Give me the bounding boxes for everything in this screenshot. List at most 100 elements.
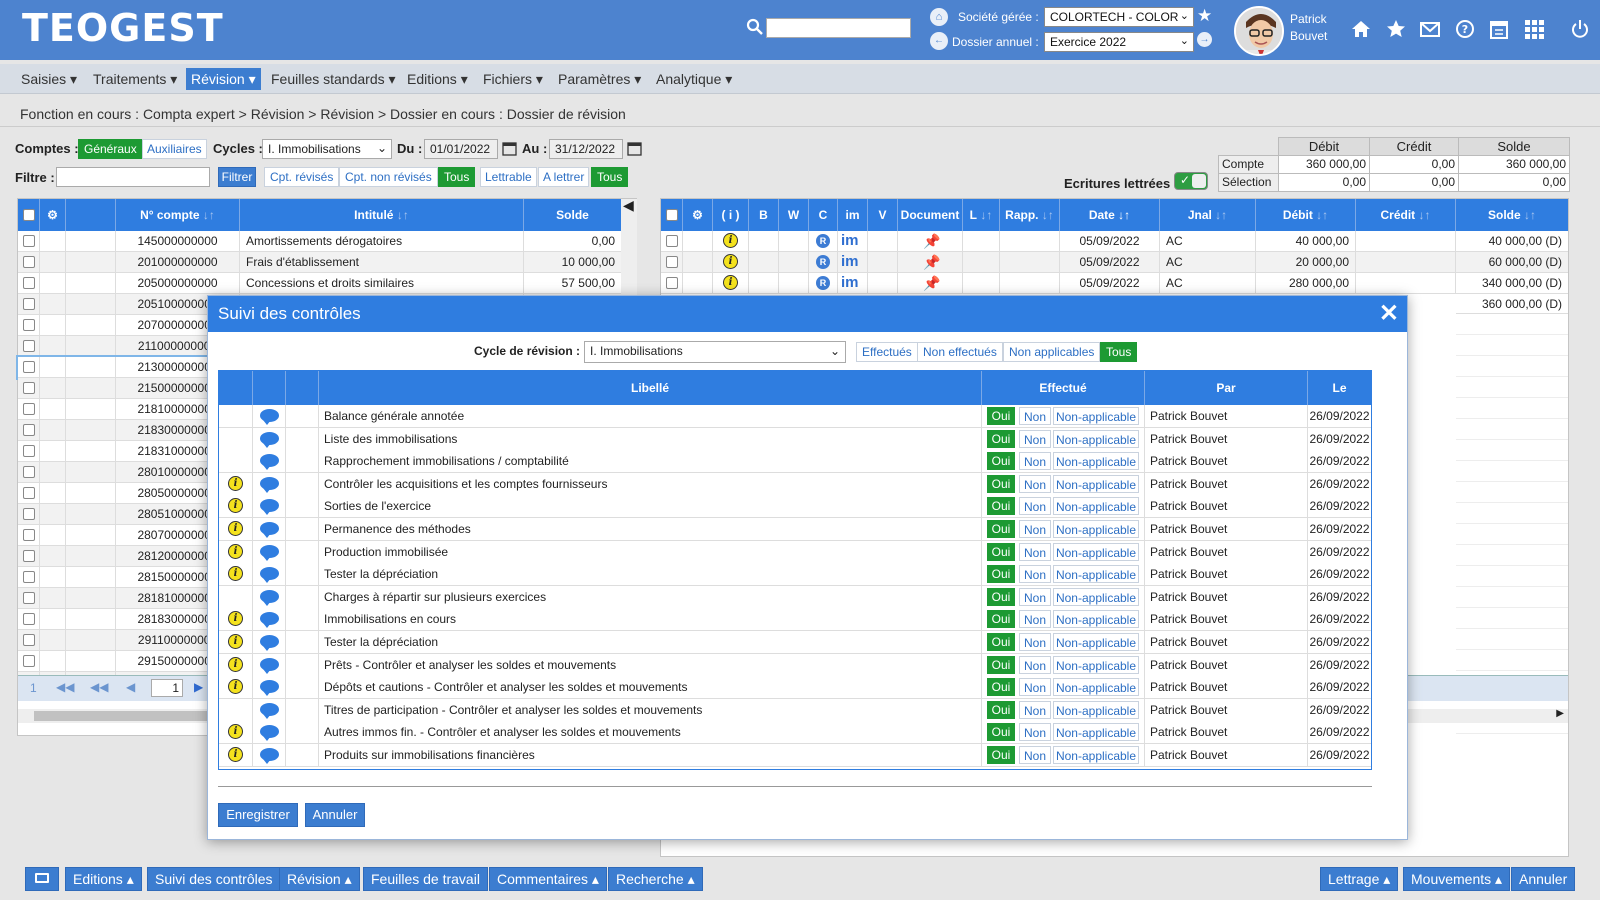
revision-cell[interactable]: R xyxy=(40,273,66,293)
comment-cell[interactable] xyxy=(253,585,286,608)
comment-icon[interactable] xyxy=(260,567,279,584)
row-checkbox[interactable] xyxy=(23,508,35,520)
control-row[interactable]: i Production immobilisée Oui Non Non-applica… xyxy=(219,540,1371,564)
a-lettrer-toggle[interactable]: A lettrer xyxy=(538,167,590,187)
row-checkbox[interactable] xyxy=(23,592,35,604)
comment-cell[interactable] xyxy=(253,631,286,653)
comment-cell[interactable] xyxy=(253,653,286,676)
comment-icon[interactable] xyxy=(260,544,279,561)
row-checkbox[interactable] xyxy=(23,403,35,415)
info-cell[interactable]: i xyxy=(219,472,253,495)
cpt-non-revises-toggle[interactable]: Cpt. non révisés xyxy=(339,167,438,187)
pager-prev-page-icon[interactable]: ◀◀ xyxy=(90,680,108,694)
menu-analytique[interactable]: Analytique ▾ xyxy=(651,68,737,90)
col-document[interactable]: Document xyxy=(898,199,963,231)
col-w[interactable]: W xyxy=(779,199,809,231)
date-from-input[interactable]: 01/01/2022 xyxy=(424,139,498,159)
table-row[interactable]: i Rim 📌 05/09/2022 AC 20 000,00 60 000,00 (D) xyxy=(661,252,1568,273)
pager-first-page[interactable]: 1 xyxy=(30,681,37,695)
menu-revision[interactable]: Révision ▾ xyxy=(186,68,261,90)
col-info[interactable]: ( i ) xyxy=(713,199,749,231)
info-icon[interactable]: i xyxy=(228,475,243,491)
user-name[interactable]: Patrick Bouvet xyxy=(1290,11,1327,45)
filter-non-effectues[interactable]: Non effectués xyxy=(917,342,1003,362)
col-par[interactable]: Par xyxy=(1145,371,1308,405)
non-applicable-toggle[interactable]: Non-applicable xyxy=(1053,700,1139,719)
tous-lettrage-toggle[interactable]: Tous xyxy=(591,167,629,187)
im-cell[interactable]: im xyxy=(838,231,868,251)
info-cell[interactable]: i xyxy=(713,273,749,293)
info-icon[interactable]: i xyxy=(228,498,243,514)
info-cell[interactable] xyxy=(219,450,253,473)
comment-icon[interactable] xyxy=(260,409,279,425)
help-icon[interactable]: ? xyxy=(1454,18,1476,40)
col-jnal[interactable]: Jnal ↓↑ xyxy=(1160,199,1256,231)
recherche-button[interactable]: Recherche ▴ xyxy=(608,867,703,891)
oui-toggle[interactable]: Oui xyxy=(987,407,1015,425)
settings-icon[interactable]: ⚙ xyxy=(40,199,66,231)
table-row[interactable]: R 205000000000Concessions et droits simil… xyxy=(18,273,621,294)
row-checkbox-cell[interactable] xyxy=(18,420,40,440)
col-le[interactable]: Le xyxy=(1308,371,1371,405)
comment-cell[interactable] xyxy=(253,744,286,766)
filter-effectues[interactable]: Effectués xyxy=(856,342,918,362)
revision-cell[interactable]: R xyxy=(40,231,66,251)
non-toggle[interactable]: Non xyxy=(1019,587,1051,606)
search-input[interactable] xyxy=(766,18,911,38)
control-row[interactable]: i Immobilisations en cours Oui Non Non-appli… xyxy=(219,608,1371,632)
row-checkbox-cell[interactable] xyxy=(18,252,40,272)
menu-parametres[interactable]: Paramètres ▾ xyxy=(553,68,646,90)
filter-tous[interactable]: Tous xyxy=(1100,342,1138,362)
row-checkbox-cell[interactable] xyxy=(18,609,40,629)
apps-icon[interactable] xyxy=(1523,18,1545,40)
star-small-icon[interactable]: ★ xyxy=(1197,6,1212,26)
annuler-bottom-button[interactable]: Annuler xyxy=(1511,867,1576,891)
select-all-entries-checkbox[interactable] xyxy=(661,199,683,231)
oui-toggle[interactable]: Oui xyxy=(987,429,1015,448)
dossier-select[interactable]: Exercice 2022 ⌄ xyxy=(1044,32,1194,52)
row-checkbox-cell[interactable] xyxy=(18,483,40,503)
comment-cell[interactable] xyxy=(253,472,286,495)
row-checkbox-cell[interactable] xyxy=(18,651,40,671)
row-checkbox[interactable] xyxy=(23,424,35,436)
document-cell[interactable]: 📌 xyxy=(898,252,963,272)
auxiliaires-toggle[interactable]: Auxiliaires xyxy=(142,139,207,159)
row-checkbox[interactable] xyxy=(23,277,35,289)
col-rapp[interactable]: Rapp. ↓↑ xyxy=(1000,199,1060,231)
table-row[interactable]: i Rim 📌 05/09/2022 AC 280 000,00 340 000,00 (D… xyxy=(661,273,1568,294)
revision-cell[interactable]: R xyxy=(40,630,66,650)
oui-toggle[interactable]: Oui xyxy=(987,474,1015,493)
info-cell[interactable]: i xyxy=(219,495,253,518)
oui-toggle[interactable]: Oui xyxy=(987,565,1015,584)
control-row[interactable]: i Produits sur immobilisations financière… xyxy=(219,744,1371,767)
row-checkbox[interactable] xyxy=(666,277,678,289)
control-row[interactable]: Titres de participation - Contrôler et a… xyxy=(219,698,1371,722)
info-icon[interactable]: i xyxy=(228,724,243,740)
non-toggle[interactable]: Non xyxy=(1019,429,1051,448)
non-toggle[interactable]: Non xyxy=(1019,452,1051,471)
info-cell[interactable] xyxy=(219,405,253,427)
col-debit[interactable]: Débit ↓↑ xyxy=(1256,199,1356,231)
calendar-icon[interactable] xyxy=(1488,18,1510,40)
row-checkbox[interactable] xyxy=(23,256,35,268)
oui-toggle[interactable]: Oui xyxy=(987,746,1015,764)
comment-icon[interactable] xyxy=(260,522,279,538)
control-row[interactable]: i Prêts - Contrôler et analyser les solde… xyxy=(219,653,1371,677)
non-applicable-toggle[interactable]: Non-applicable xyxy=(1053,452,1139,471)
info-icon[interactable]: i xyxy=(228,611,243,627)
row-checkbox-cell[interactable] xyxy=(18,231,40,251)
pin-icon[interactable]: 📌 xyxy=(923,252,940,272)
c-cell[interactable]: R xyxy=(809,273,838,293)
comment-cell[interactable] xyxy=(253,540,286,563)
row-checkbox-cell[interactable] xyxy=(661,252,683,272)
row-checkbox-cell[interactable] xyxy=(18,588,40,608)
suivi-controles-button[interactable]: Suivi des contrôles xyxy=(147,867,281,891)
enregistrer-button[interactable]: Enregistrer xyxy=(218,803,298,827)
comment-icon[interactable] xyxy=(260,657,279,674)
close-icon[interactable]: ✕ xyxy=(1379,296,1399,332)
comment-icon[interactable] xyxy=(260,680,279,697)
col-effectue[interactable]: Effectué xyxy=(982,371,1145,405)
commentaires-button[interactable]: Commentaires ▴ xyxy=(489,867,607,891)
comment-icon[interactable] xyxy=(260,499,279,516)
row-checkbox[interactable] xyxy=(23,571,35,583)
